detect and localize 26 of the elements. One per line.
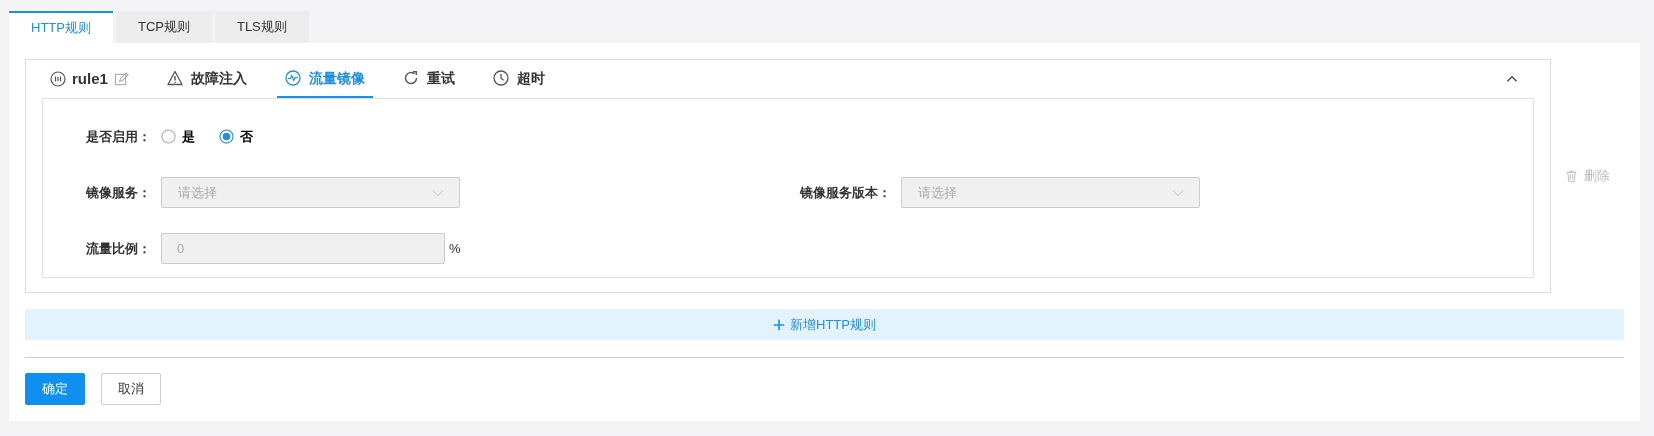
- radio-checked-icon: [219, 129, 234, 144]
- field-label: 镜像服务：: [85, 183, 152, 202]
- tab[interactable]: TLS规则: [214, 11, 309, 43]
- pulse-icon: [284, 70, 301, 86]
- plus-icon: [773, 318, 785, 331]
- unit-text: %: [449, 239, 461, 258]
- rule-name: rule1: [72, 68, 108, 89]
- radio-option[interactable]: 是: [161, 126, 195, 147]
- tab[interactable]: HTTP规则: [9, 11, 113, 43]
- radio-option[interactable]: 否: [219, 126, 253, 147]
- field-label: 镜像服务版本：: [799, 183, 892, 202]
- placeholder-text: 请选择: [918, 183, 957, 202]
- tab[interactable]: TCP规则: [115, 11, 212, 43]
- rule-tab[interactable]: 重试: [394, 60, 463, 98]
- placeholder-text: 请选择: [178, 183, 217, 202]
- rule-tab[interactable]: 故障注入: [158, 60, 255, 98]
- warning-icon: [166, 70, 183, 86]
- radio-icon: [161, 129, 176, 144]
- field-label: 是否启用：: [85, 127, 152, 146]
- edit-icon: [113, 71, 129, 87]
- rule-tab[interactable]: 超时: [484, 60, 553, 98]
- clock-icon: [492, 70, 509, 86]
- field-label: 流量比例：: [85, 239, 152, 258]
- trash-icon: [1565, 169, 1578, 183]
- refresh-icon: [402, 70, 419, 86]
- cancel-button[interactable]: 取消: [101, 373, 161, 405]
